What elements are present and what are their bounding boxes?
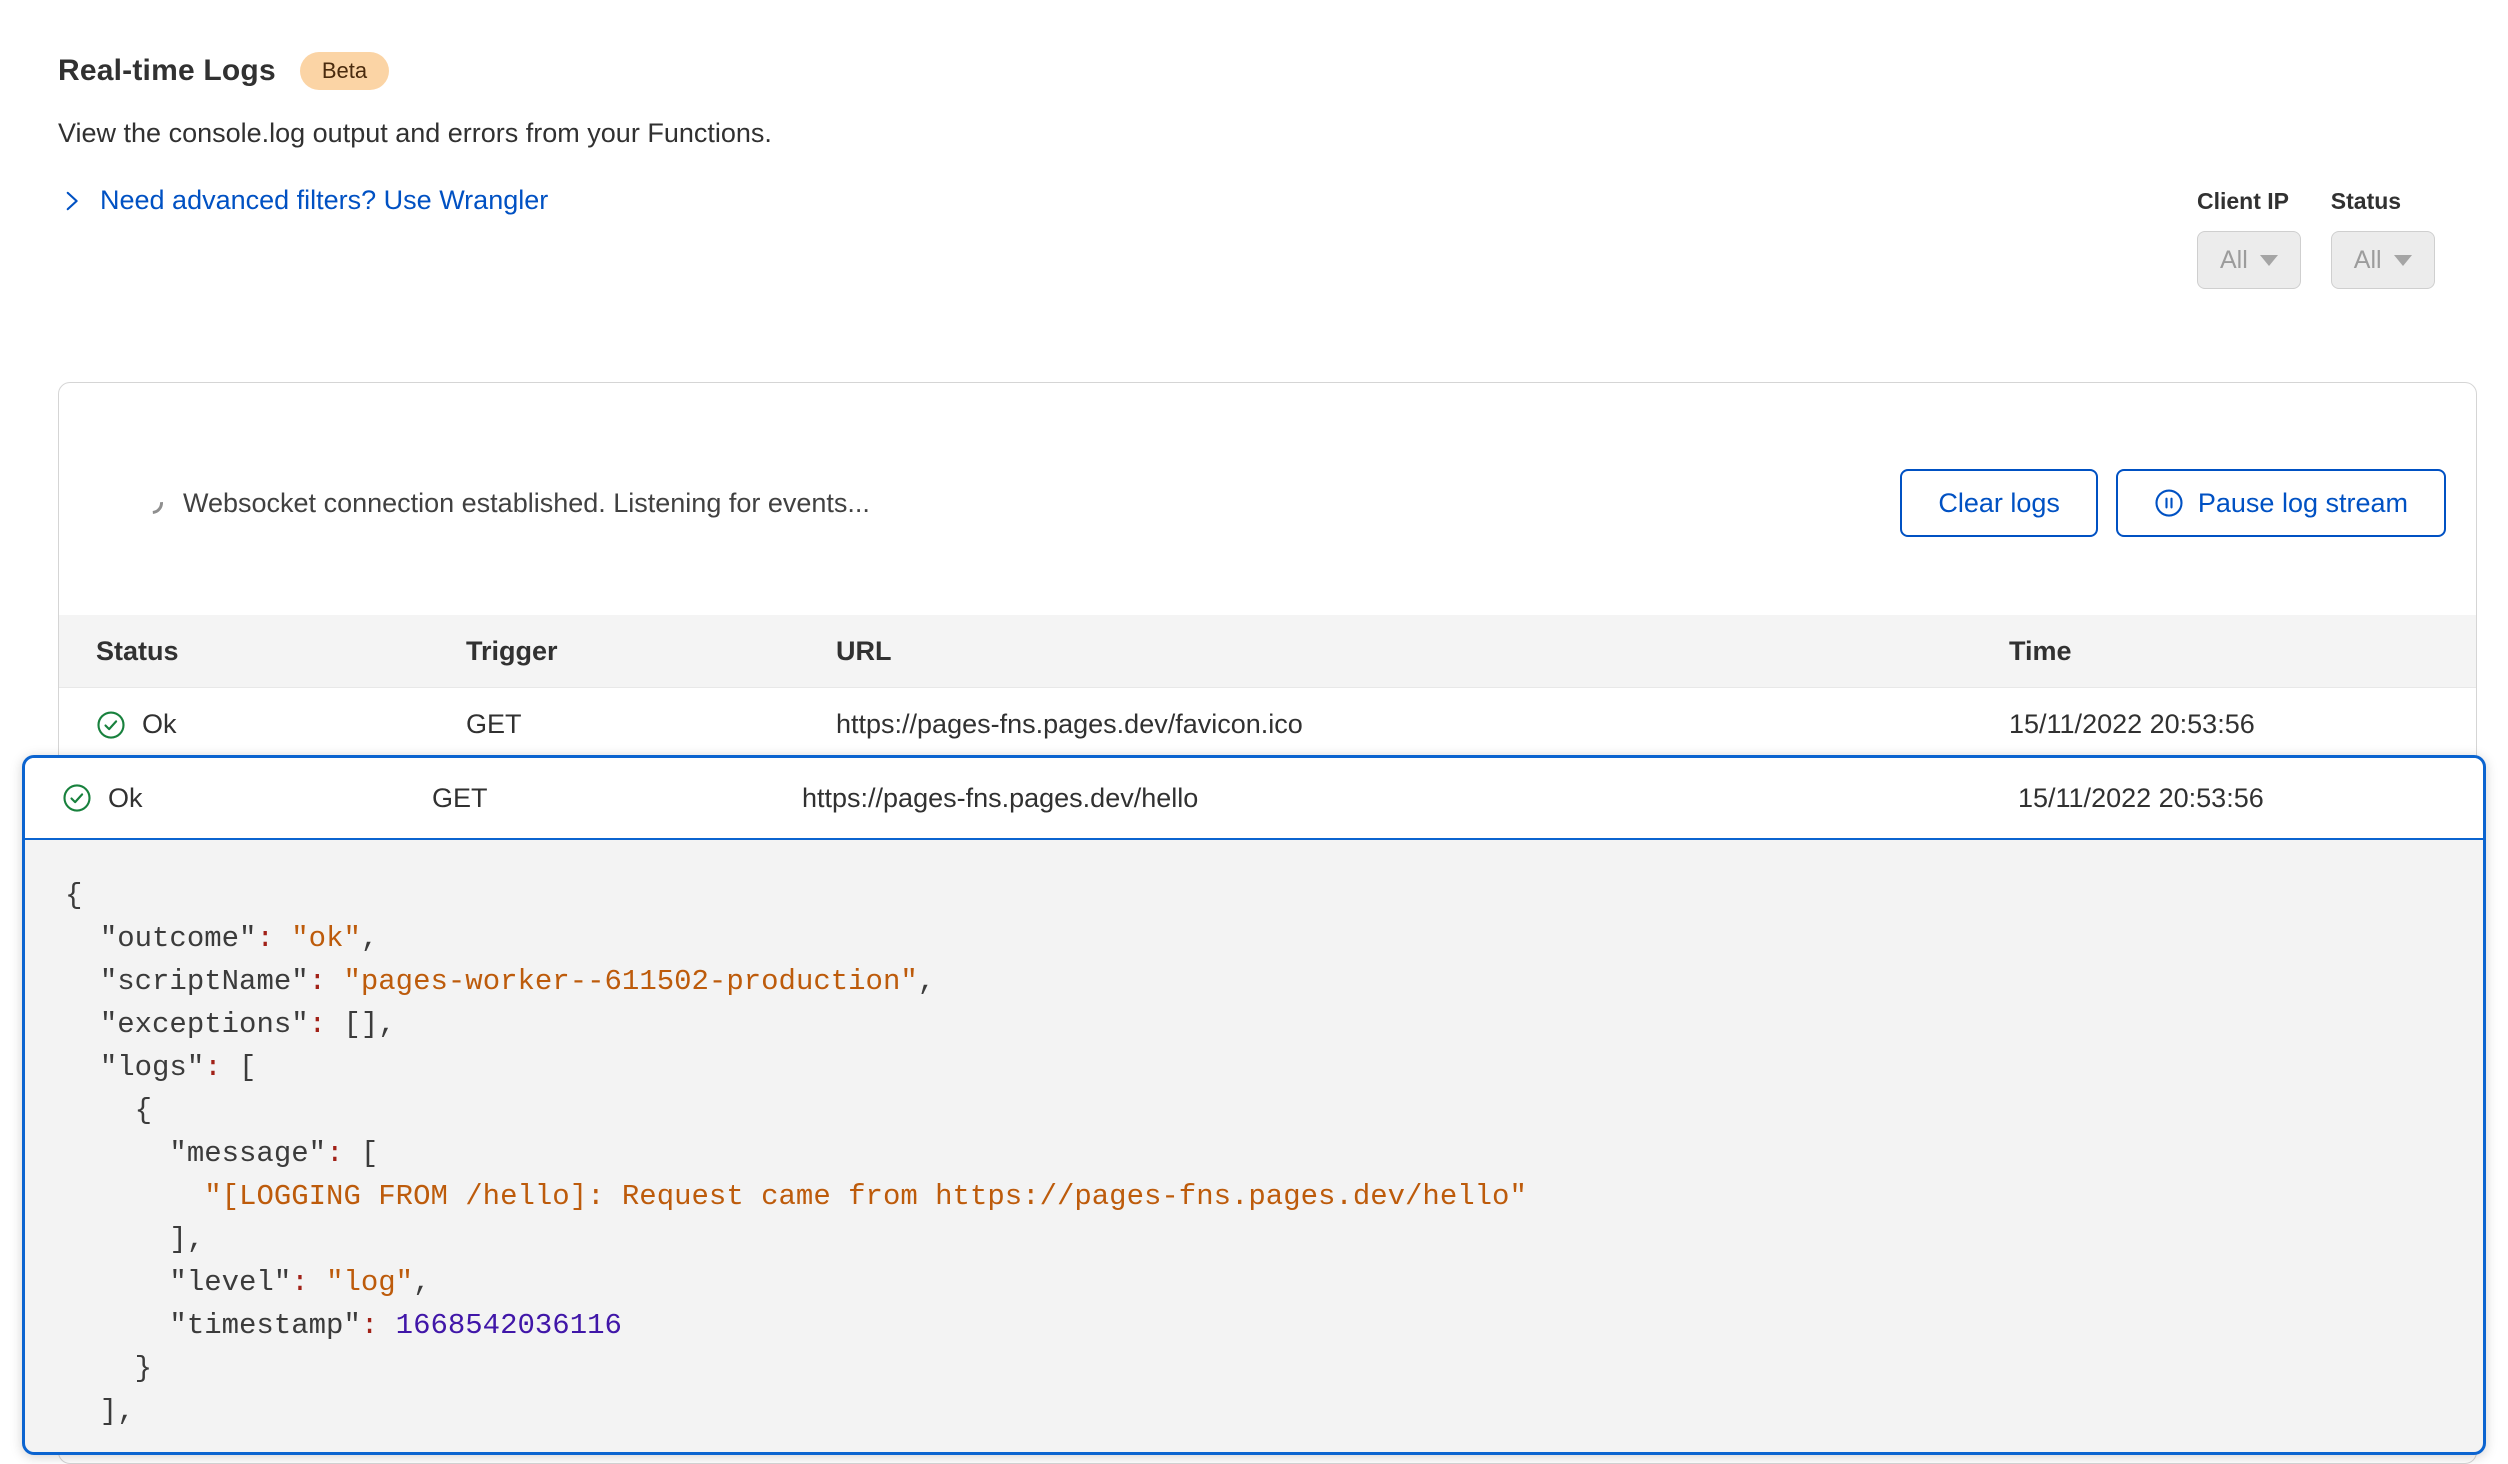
- client-ip-filter-label: Client IP: [2197, 188, 2301, 215]
- stream-status-text: Websocket connection established. Listen…: [183, 488, 870, 519]
- chevron-right-icon: [58, 188, 84, 214]
- beta-badge: Beta: [300, 52, 389, 90]
- check-circle-icon: [96, 710, 126, 740]
- pause-circle-icon: [2154, 488, 2184, 518]
- status-filter-value: All: [2354, 246, 2382, 275]
- wrangler-link-label: Need advanced filters? Use Wrangler: [100, 185, 548, 216]
- pause-log-stream-button[interactable]: Pause log stream: [2116, 469, 2446, 537]
- log-json-code: { "outcome": "ok", "scriptName": "pages-…: [25, 840, 2483, 1455]
- status-value: Ok: [142, 709, 177, 740]
- status-filter-dropdown[interactable]: All: [2331, 231, 2435, 289]
- status-value: Ok: [108, 783, 143, 814]
- column-header-trigger: Trigger: [466, 636, 836, 667]
- page-title: Real-time Logs: [58, 54, 276, 88]
- log-table-header: Status Trigger URL Time: [59, 615, 2476, 688]
- title-row: Real-time Logs Beta: [58, 52, 2450, 90]
- caret-down-icon: [2260, 255, 2278, 266]
- status-cell: Ok: [62, 783, 432, 814]
- column-header-url: URL: [836, 636, 2009, 667]
- clear-logs-label: Clear logs: [1938, 488, 2060, 519]
- log-table-row[interactable]: Ok GET https://pages-fns.pages.dev/favic…: [59, 688, 2476, 761]
- status-filter-label: Status: [2331, 188, 2435, 215]
- expanded-log-row[interactable]: Ok GET https://pages-fns.pages.dev/hello…: [25, 758, 2483, 840]
- url-cell: https://pages-fns.pages.dev/hello: [802, 783, 2018, 814]
- log-filters: Client IP All Status All: [2197, 188, 2435, 289]
- caret-down-icon: [2394, 255, 2412, 266]
- expanded-log-entry: Ok GET https://pages-fns.pages.dev/hello…: [22, 755, 2486, 1455]
- filter-status: Status All: [2331, 188, 2435, 289]
- page-header: Real-time Logs Beta View the console.log…: [0, 0, 2508, 216]
- filter-client-ip: Client IP All: [2197, 188, 2301, 289]
- time-cell: 15/11/2022 20:53:56: [2009, 709, 2439, 740]
- stream-actions: Clear logs Pause log stream: [1900, 469, 2446, 537]
- trigger-cell: GET: [466, 709, 836, 740]
- check-circle-icon: [62, 783, 92, 813]
- time-cell: 15/11/2022 20:53:56: [2018, 783, 2446, 814]
- pause-log-stream-label: Pause log stream: [2198, 488, 2408, 519]
- column-header-status: Status: [96, 636, 466, 667]
- wrangler-link[interactable]: Need advanced filters? Use Wrangler: [58, 185, 548, 216]
- client-ip-filter-value: All: [2220, 246, 2248, 275]
- status-cell: Ok: [96, 709, 466, 740]
- url-cell: https://pages-fns.pages.dev/favicon.ico: [836, 709, 2009, 740]
- spinner-icon: [137, 488, 168, 519]
- stream-bar: Websocket connection established. Listen…: [59, 383, 2476, 615]
- page-subtitle: View the console.log output and errors f…: [58, 118, 2450, 149]
- clear-logs-button[interactable]: Clear logs: [1900, 469, 2098, 537]
- trigger-cell: GET: [432, 783, 802, 814]
- column-header-time: Time: [2009, 636, 2439, 667]
- stream-status-message: Websocket connection established. Listen…: [141, 488, 870, 519]
- client-ip-filter-dropdown[interactable]: All: [2197, 231, 2301, 289]
